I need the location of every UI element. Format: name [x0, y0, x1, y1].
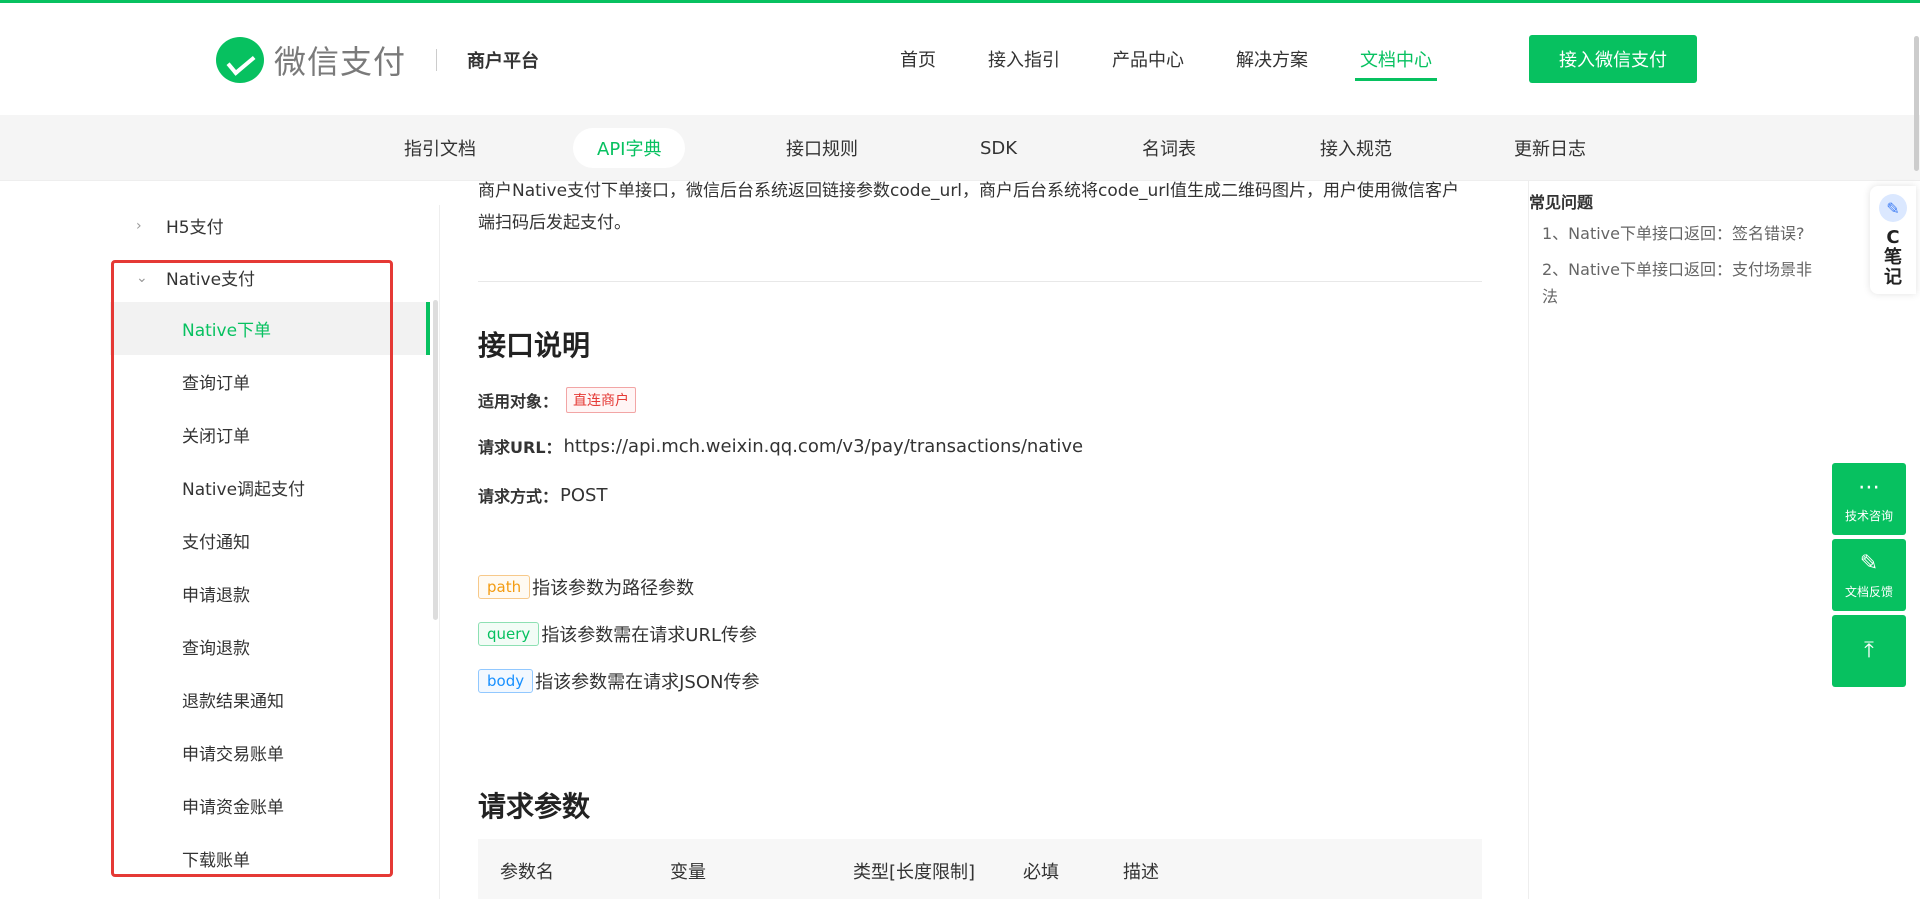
tab-api-dictionary[interactable]: API字典: [573, 128, 686, 168]
sidebar-item-trade-bill[interactable]: 申请交易账单: [110, 726, 430, 779]
c-notes-widget[interactable]: ✎ C笔记: [1870, 186, 1916, 294]
doc-subnav: 指引文档 API字典 接口规则 SDK 名词表 接入规范 更新日志: [0, 115, 1920, 181]
doc-feedback-label: 文档反馈: [1844, 584, 1893, 599]
section-title-request-params: 请求参数: [478, 790, 591, 823]
chat-bubble-icon: ⋯: [1858, 474, 1880, 500]
logo-divider: [436, 49, 438, 71]
params-table-header: 参数名 变量 类型[长度限制] 必填 描述: [478, 839, 1482, 899]
intro-text: 商户Native支付下单接口，微信后台系统返回链接参数code_url，商户后台…: [478, 181, 1482, 239]
section-divider: [478, 281, 1482, 282]
tab-glossary[interactable]: 名词表: [1118, 128, 1220, 168]
tab-changelog[interactable]: 更新日志: [1490, 128, 1610, 168]
param-legend-body: body 指该参数需在请求JSON传参: [478, 668, 759, 694]
method-label: 请求方式：: [478, 487, 559, 506]
faq-item[interactable]: 1、Native下单接口返回：签名错误?: [1542, 220, 1822, 247]
tab-sdk[interactable]: SDK: [956, 128, 1041, 168]
request-method: POST: [560, 484, 608, 506]
nav-home[interactable]: 首页: [900, 3, 936, 115]
target-label: 适用对象：: [478, 392, 559, 411]
main-nav: 首页 接入指引 产品中心 解决方案 文档中心: [900, 3, 1484, 115]
sidebar-item-close-order[interactable]: 关闭订单: [110, 408, 430, 461]
table-header-cell: 参数名: [500, 862, 554, 883]
nav-solutions[interactable]: 解决方案: [1236, 3, 1308, 115]
table-header-cell: 类型[长度限制]: [853, 862, 976, 883]
chevron-right-icon: ›: [136, 217, 142, 234]
page-scrollbar[interactable]: [1914, 36, 1919, 171]
url-label: 请求URL：: [478, 438, 562, 457]
header: 微信支付 商户平台 首页 接入指引 产品中心 解决方案 文档中心 接入微信支付: [0, 3, 1920, 115]
nav-guide[interactable]: 接入指引: [988, 3, 1060, 115]
url-row: 请求URL： https://api.mch.weixin.qq.com/v3/…: [478, 434, 1083, 458]
method-row: 请求方式： POST: [478, 483, 607, 507]
path-tag: path: [478, 575, 531, 599]
nav-docs[interactable]: 文档中心: [1355, 3, 1437, 115]
back-to-top-button[interactable]: ⤒: [1832, 615, 1906, 687]
sidebar-divider: [439, 205, 440, 899]
note-pencil-icon: ✎: [1879, 194, 1907, 222]
section-title-api-desc: 接口说明: [478, 329, 591, 362]
sidebar-group-native[interactable]: ⌄ Native支付: [136, 265, 256, 291]
param-legend-path: path 指该参数为路径参数: [478, 574, 694, 600]
tab-api-rules[interactable]: 接口规则: [762, 128, 882, 168]
table-header-cell: 必填: [1023, 862, 1059, 883]
body-tag: body: [478, 669, 534, 693]
tab-access-spec[interactable]: 接入规范: [1296, 128, 1416, 168]
param-legend-query: query 指该参数需在请求URL传参: [478, 621, 757, 647]
note-label: C笔记: [1884, 227, 1902, 288]
param-legend-text: 指该参数需在请求JSON传参: [535, 672, 760, 693]
tech-consult-label: 技术咨询: [1844, 508, 1893, 523]
logo[interactable]: 微信支付 商户平台: [216, 37, 539, 83]
intro-line: 端扫码后发起支付。: [478, 213, 631, 233]
sidebar-group-h5[interactable]: › H5支付: [136, 213, 224, 239]
sidebar-item-download-bill[interactable]: 下载账单: [110, 832, 430, 885]
edit-icon: ✎: [1859, 550, 1879, 576]
tech-consult-button[interactable]: ⋯ 技术咨询: [1832, 463, 1906, 535]
arrow-up-icon: ⤒: [1864, 638, 1874, 663]
query-tag: query: [478, 622, 540, 646]
main-content: 商户Native支付下单接口，微信后台系统返回链接参数code_url，商户后台…: [478, 181, 1482, 899]
direct-merchant-badge: 直连商户: [566, 387, 637, 413]
sidebar-item-fund-bill[interactable]: 申请资金账单: [110, 779, 430, 832]
sidebar-item-query-order[interactable]: 查询订单: [110, 355, 430, 408]
request-url: https://api.mch.weixin.qq.com/v3/pay/tra…: [563, 435, 1084, 457]
faq-item[interactable]: 2、Native下单接口返回：支付场景非法: [1542, 256, 1822, 310]
nav-products[interactable]: 产品中心: [1112, 3, 1184, 115]
sidebar-item-refund[interactable]: 申请退款: [110, 567, 430, 620]
chevron-down-icon: ⌄: [136, 269, 148, 286]
wechat-pay-logo-icon: [216, 37, 264, 83]
param-legend-text: 指该参数需在请求URL传参: [541, 625, 758, 646]
tab-guide-docs[interactable]: 指引文档: [380, 128, 500, 168]
logo-subtitle: 商户平台: [467, 51, 540, 72]
sidebar-group-label: H5支付: [166, 218, 224, 238]
target-row: 适用对象： 直连商户: [478, 387, 637, 413]
intro-line: 商户Native支付下单接口，微信后台系统返回链接参数code_url，商户后台…: [478, 181, 1460, 201]
join-wechat-pay-button[interactable]: 接入微信支付: [1529, 35, 1697, 83]
right-panel-divider: [1528, 181, 1529, 899]
sidebar-group-label: Native支付: [166, 270, 256, 290]
param-legend-text: 指该参数为路径参数: [532, 578, 695, 599]
sidebar-item-native-invoke[interactable]: Native调起支付: [110, 461, 430, 514]
table-header-cell: 描述: [1123, 862, 1159, 883]
table-header-cell: 变量: [670, 862, 706, 883]
doc-feedback-button[interactable]: ✎ 文档反馈: [1832, 539, 1906, 611]
sidebar-item-refund-notify[interactable]: 退款结果通知: [110, 673, 430, 726]
sidebar: › H5支付 ⌄ Native支付 Native下单 查询订单 关闭订单 Nat…: [110, 181, 430, 899]
sidebar-item-pay-notify[interactable]: 支付通知: [110, 514, 430, 567]
faq-title: 常见问题: [1529, 193, 1594, 212]
sidebar-item-query-refund[interactable]: 查询退款: [110, 620, 430, 673]
sidebar-scrollbar[interactable]: [433, 300, 438, 620]
sidebar-item-native-order[interactable]: Native下单: [110, 302, 430, 355]
logo-text: 微信支付: [274, 43, 407, 81]
